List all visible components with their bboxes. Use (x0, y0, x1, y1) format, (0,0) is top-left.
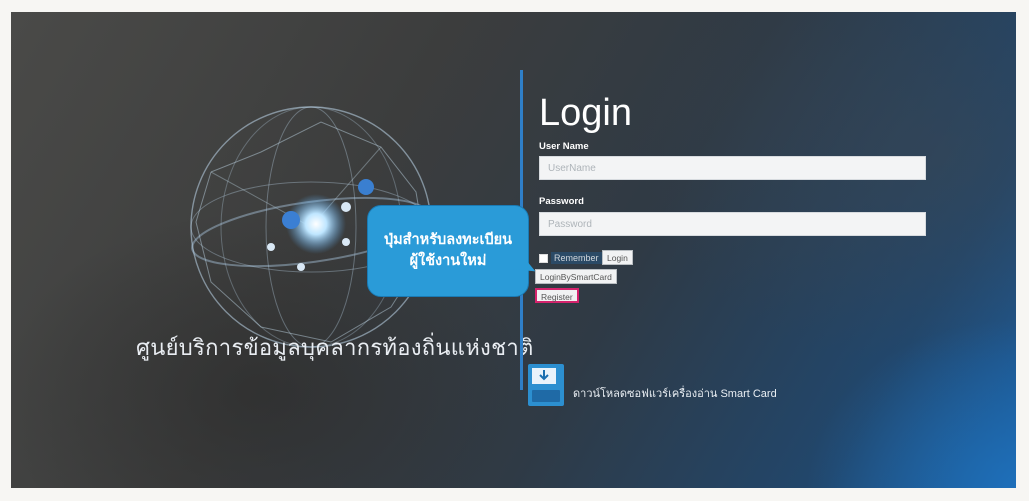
organization-name: ศูนย์บริการข้อมูลบุคลากรท้องถิ่นแห่งชาติ (136, 336, 534, 361)
callout-line-2: ผู้ใช้งานใหม่ (409, 253, 487, 269)
download-smartcard-software-link[interactable]: ดาวน์โหลดซอฟแวร์เครื่องอ่าน Smart Card (573, 384, 777, 402)
remember-label: Remember (551, 252, 602, 264)
callout-line-1: ปุ่มสำหรับลงทะเบียน (383, 232, 513, 248)
username-input[interactable]: UserName (539, 156, 926, 180)
username-label: User Name (539, 141, 589, 152)
download-card-reader-icon[interactable] (526, 362, 566, 408)
login-button[interactable]: Login (602, 250, 633, 265)
login-smartcard-button[interactable]: LoginBySmartCard (535, 269, 617, 284)
login-screen: ศูนย์บริการข้อมูลบุคลากรท้องถิ่นแห่งชาติ… (11, 12, 1016, 488)
password-input[interactable]: Password (539, 212, 926, 236)
register-button[interactable]: Register (535, 288, 579, 303)
login-title: Login (539, 92, 632, 134)
register-hint-callout: ปุ่มสำหรับลงทะเบียน ผู้ใช้งานใหม่ (367, 205, 529, 297)
remember-checkbox[interactable] (539, 253, 548, 263)
remember-me[interactable]: Remember (539, 252, 602, 264)
password-label: Password (539, 196, 584, 207)
